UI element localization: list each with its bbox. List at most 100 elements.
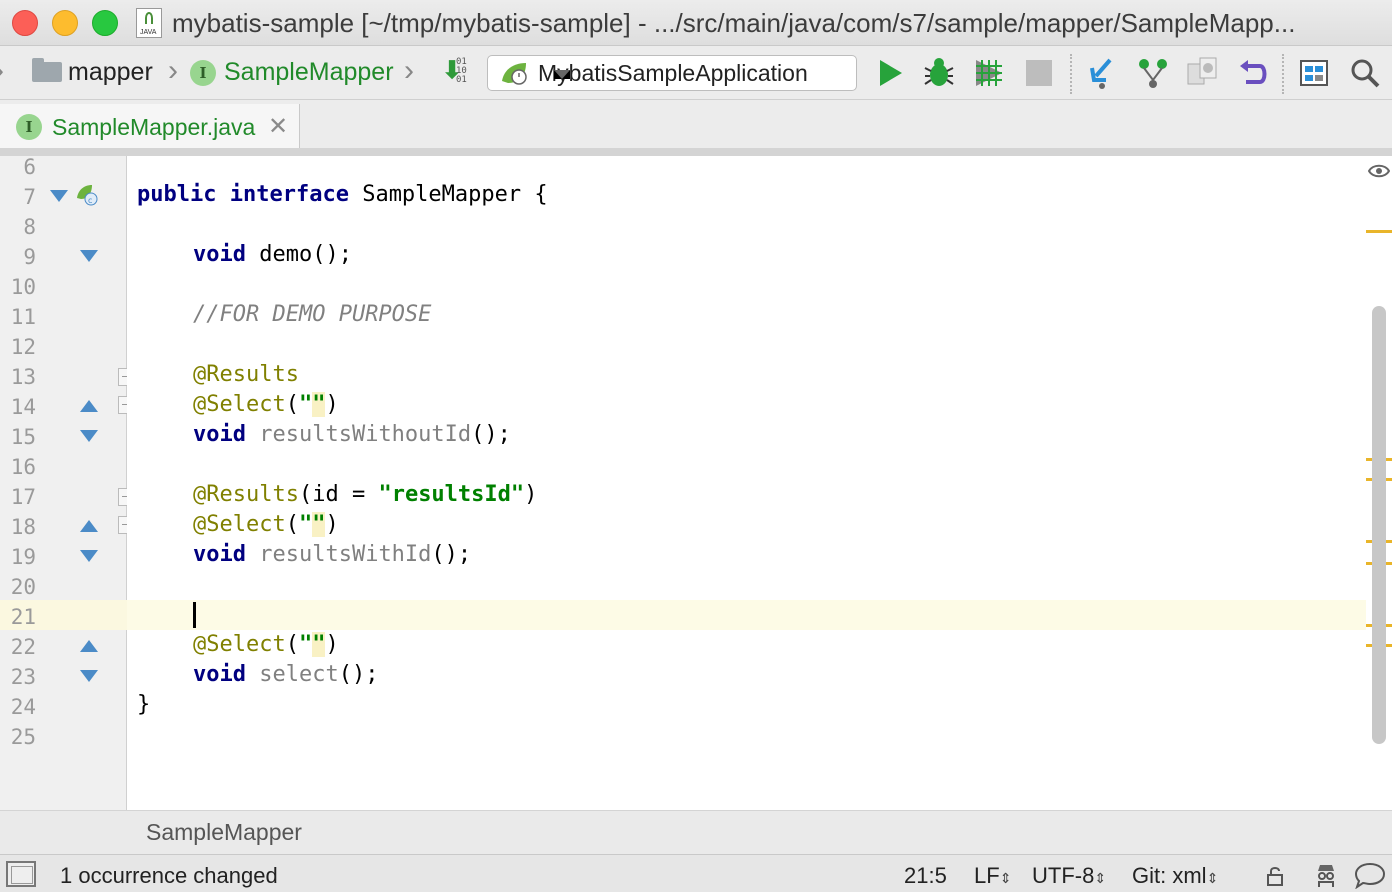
tab-sample-mapper-java[interactable]: I SampleMapper.java ✕ <box>0 104 300 152</box>
updown-icon: ⇕ <box>1094 870 1107 886</box>
implemented-icon[interactable] <box>80 250 98 262</box>
line-number: 8 <box>23 215 36 239</box>
text-caret <box>193 602 196 628</box>
line-number: 11 <box>10 305 36 329</box>
toolbar-separator <box>1282 54 1284 94</box>
caret-position[interactable]: 21:5 <box>904 863 947 889</box>
navigation-bar: › mapper › I SampleMapper › ⬇ 01 10 01 M… <box>0 46 1392 100</box>
vcs-update-icon[interactable] <box>1086 56 1120 90</box>
line-number: 19 <box>10 545 36 569</box>
close-icon[interactable]: ✕ <box>268 112 288 141</box>
run-icon[interactable] <box>874 56 908 90</box>
title-bar: JAVA mybatis-sample [~/tmp/mybatis-sampl… <box>0 0 1392 46</box>
run-configuration-select[interactable]: MybatisSampleApplication <box>487 55 857 91</box>
line-number: 12 <box>10 335 36 359</box>
code-line-7: public interface SampleMapper { <box>137 182 548 207</box>
tab-divider <box>0 148 1392 156</box>
eye-icon[interactable] <box>1368 162 1390 180</box>
folder-icon <box>32 58 62 82</box>
code-line-13: @Results <box>193 362 299 387</box>
search-icon[interactable] <box>1348 56 1382 90</box>
implementing-icon[interactable] <box>80 400 98 412</box>
toolbar-separator <box>1070 54 1072 94</box>
zoom-window-button[interactable] <box>92 10 118 36</box>
code-line-11: //FOR DEMO PURPOSE <box>193 302 432 327</box>
java-file-icon: JAVA <box>136 8 162 38</box>
implementing-icon[interactable] <box>80 640 98 652</box>
sort-icon[interactable]: ⬇ 01 10 01 <box>440 56 474 90</box>
chevron-right-icon: › <box>0 56 8 88</box>
editor-tab-bar: I SampleMapper.java ✕ <box>0 100 1392 152</box>
line-number: 13 <box>10 365 36 389</box>
updown-icon: ⇕ <box>999 870 1012 886</box>
vertical-scrollbar[interactable] <box>1372 306 1386 744</box>
chevron-right-icon: › <box>404 54 414 87</box>
updown-icon: ⇕ <box>1206 870 1219 886</box>
editor-gutter[interactable]: 6 7 8 9 10 11 12 13 14 15 16 17 18 19 20… <box>0 155 134 810</box>
lock-icon[interactable] <box>1264 865 1286 887</box>
breadcrumb-mapper[interactable]: mapper <box>68 58 153 87</box>
vcs-commit-icon[interactable] <box>1136 56 1170 90</box>
event-log-icon[interactable] <box>1354 861 1386 889</box>
vcs-branch-select[interactable]: Git: xml⇕ <box>1132 863 1218 889</box>
line-number: 14 <box>10 395 36 419</box>
line-number: 20 <box>10 575 36 599</box>
revert-icon[interactable] <box>1236 56 1270 90</box>
code-line-24: } <box>137 692 151 717</box>
vcs-compare-icon[interactable] <box>1186 56 1220 90</box>
code-line-9: void demo(); <box>193 242 352 267</box>
warning-stripe-mark[interactable] <box>1366 230 1392 233</box>
chevron-down-icon <box>554 70 570 79</box>
current-line-highlight <box>127 600 1367 630</box>
line-number: 7 <box>23 185 36 209</box>
line-number: 15 <box>10 425 36 449</box>
code-line-15: void resultsWithoutId(); <box>193 422 511 447</box>
chevron-right-icon: › <box>168 54 178 87</box>
implemented-icon[interactable] <box>80 430 98 442</box>
project-structure-icon[interactable] <box>1298 56 1332 90</box>
code-line-17: @Results(id = "resultsId") <box>193 482 538 507</box>
spring-bean-icon[interactable]: c <box>76 184 98 206</box>
line-number: 16 <box>10 455 36 479</box>
line-number: 9 <box>23 245 36 269</box>
line-number: 21 <box>10 605 36 629</box>
line-number: 17 <box>10 485 36 509</box>
code-line-18: @Select("") <box>193 512 339 537</box>
debug-icon[interactable] <box>922 56 956 90</box>
implemented-by-icon[interactable] <box>50 190 68 202</box>
tab-label: SampleMapper.java <box>52 114 256 140</box>
line-number: 18 <box>10 515 36 539</box>
line-number: 6 <box>23 155 36 179</box>
line-number: 22 <box>10 635 36 659</box>
structure-breadcrumb: SampleMapper <box>0 810 1392 854</box>
coverage-icon[interactable] <box>972 56 1006 90</box>
encoding-select[interactable]: UTF-8⇕ <box>1032 863 1106 889</box>
line-number: 23 <box>10 665 36 689</box>
status-message: 1 occurrence changed <box>60 863 278 888</box>
minimize-window-button[interactable] <box>52 10 78 36</box>
interface-icon: I <box>190 60 216 86</box>
code-line-23: void select(); <box>193 662 379 687</box>
line-separator-select[interactable]: LF⇕ <box>974 863 1011 889</box>
svg-text:c: c <box>88 196 92 205</box>
window-title: mybatis-sample [~/tmp/mybatis-sample] - … <box>172 8 1296 38</box>
implementing-icon[interactable] <box>80 520 98 532</box>
stop-icon[interactable] <box>1026 60 1052 86</box>
inspector-icon[interactable] <box>1312 861 1340 889</box>
run-configuration-label: MybatisSampleApplication <box>538 60 808 86</box>
implemented-icon[interactable] <box>80 550 98 562</box>
status-bar: 1 occurrence changed 21:5 LF⇕ UTF-8⇕ Git… <box>0 854 1392 892</box>
spring-boot-icon <box>502 63 527 85</box>
breadcrumb-sample-mapper[interactable]: SampleMapper <box>224 58 394 87</box>
implemented-icon[interactable] <box>80 670 98 682</box>
code-line-14: @Select("") <box>193 392 339 417</box>
line-number: 24 <box>10 695 36 719</box>
code-line-19: void resultsWithId(); <box>193 542 472 567</box>
tool-windows-toggle-icon[interactable] <box>6 861 36 887</box>
close-window-button[interactable] <box>12 10 38 36</box>
line-number: 25 <box>10 725 36 749</box>
breadcrumb-sample-mapper-footer[interactable]: SampleMapper <box>146 819 302 846</box>
code-line-22: @Select("") <box>193 632 339 657</box>
interface-icon: I <box>16 114 42 140</box>
code-editor[interactable]: public interface SampleMapper { void dem… <box>127 156 1367 810</box>
